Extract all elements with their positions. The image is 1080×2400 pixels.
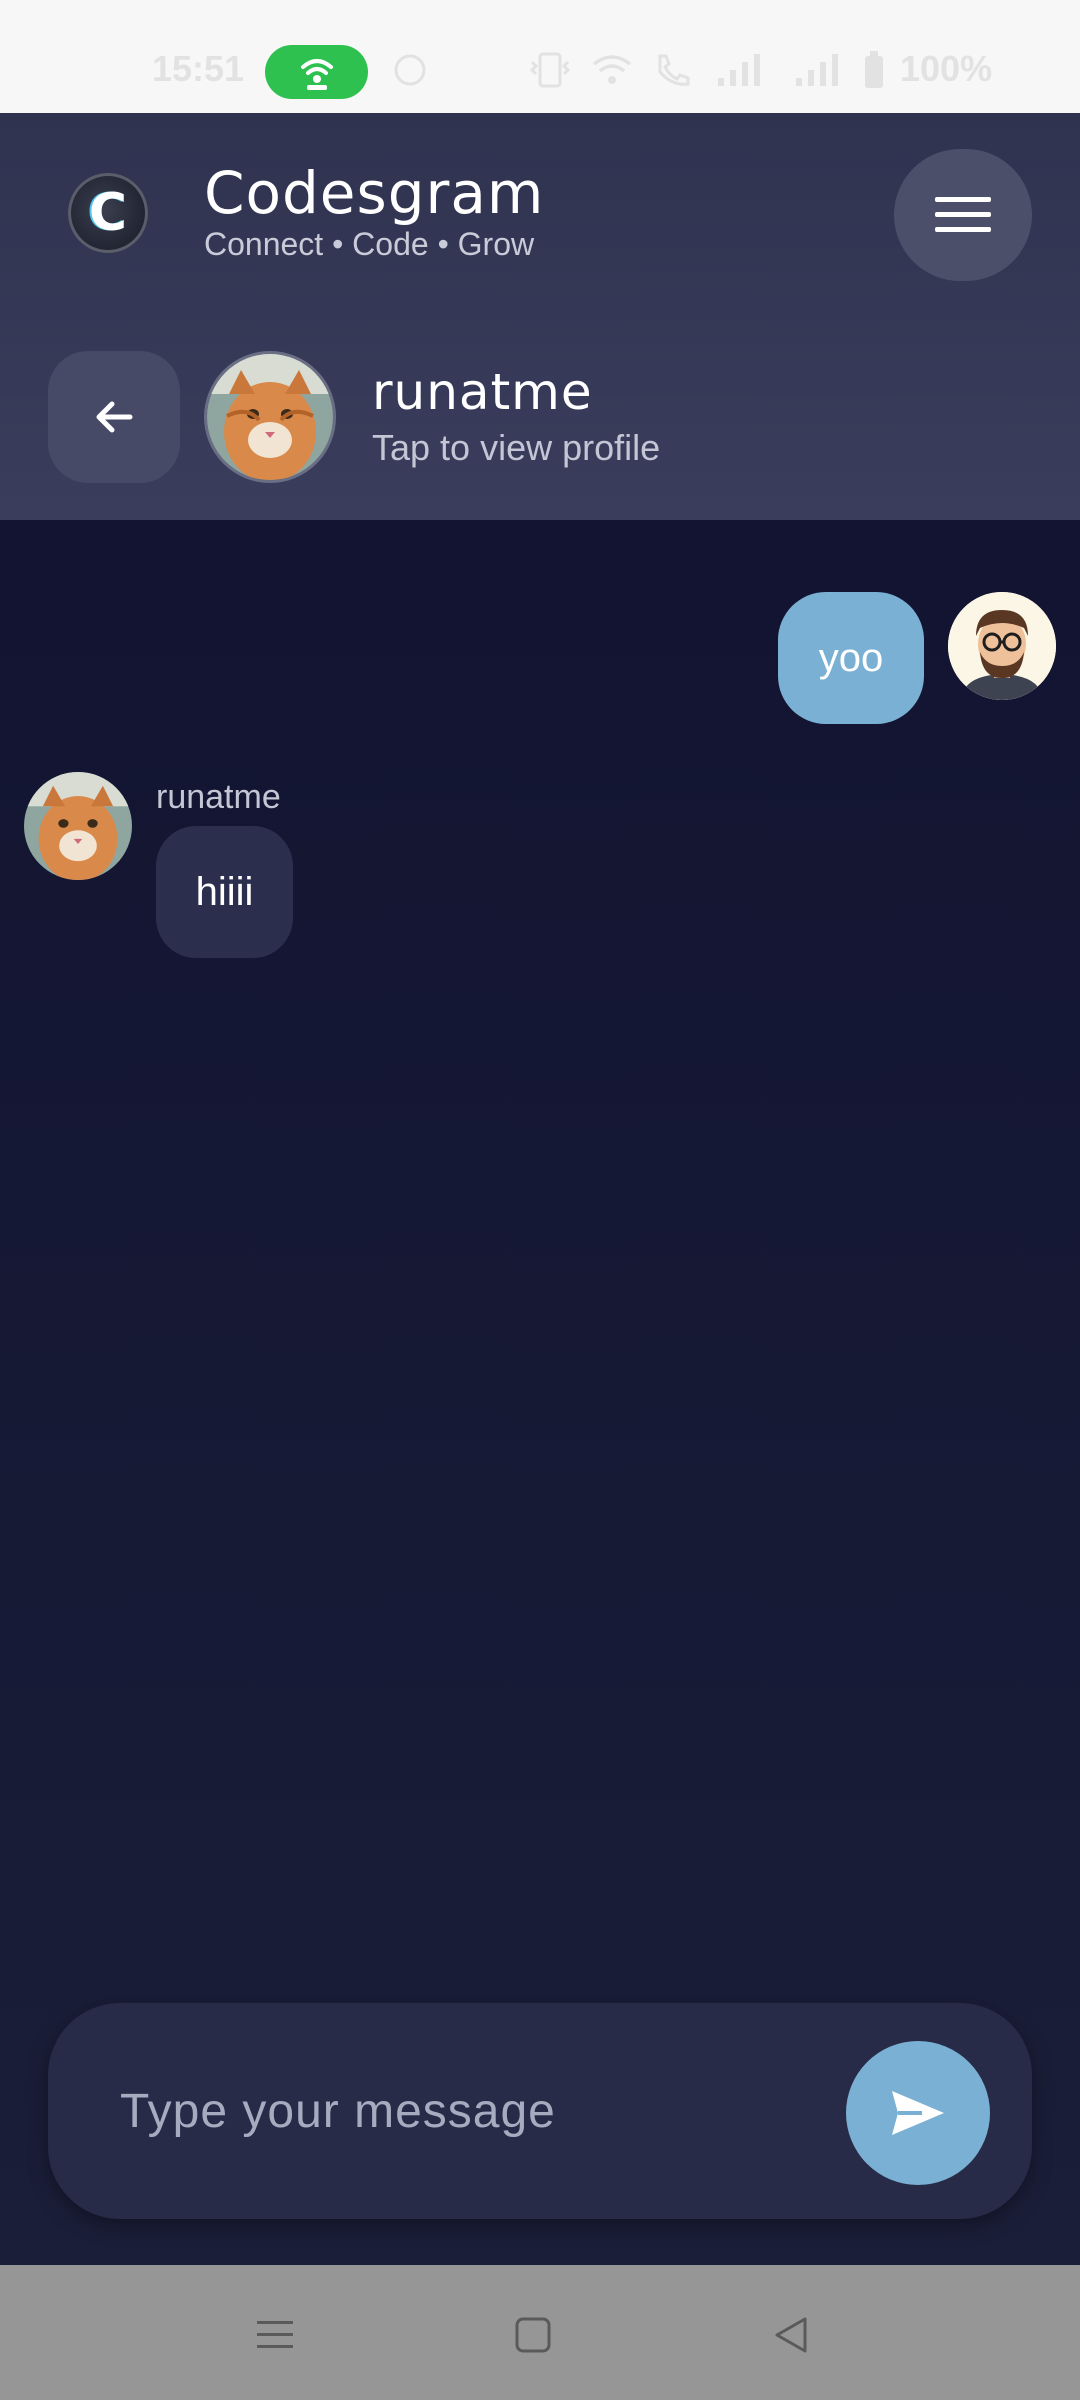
back-button[interactable] [48,351,180,483]
message-sender-name: runatme [156,778,281,816]
chat-header[interactable]: runatme Tap to view profile [48,351,1038,483]
view-profile-hint[interactable]: Tap to view profile [372,427,660,469]
contact-avatar[interactable] [204,351,336,483]
cat-avatar-image [207,354,333,480]
signal-icon [718,54,760,86]
home-button[interactable] [493,2295,573,2375]
my-avatar[interactable] [948,592,1056,700]
send-icon [892,2091,944,2135]
battery-percentage: 100% [900,48,993,89]
app-title: Codesgram [204,159,545,227]
wifi-icon [592,55,632,84]
triangle-back-icon [775,2317,807,2353]
sender-avatar[interactable] [24,772,132,880]
hotspot-icon [300,59,333,90]
system-navigation-bar [0,2265,1080,2400]
menu-lines-icon [257,2321,293,2348]
outgoing-message-bubble[interactable]: yoo [778,592,924,724]
app-tagline: Connect • Code • Grow [204,226,535,262]
recents-button[interactable] [235,2295,315,2375]
back-nav-button[interactable] [751,2295,831,2375]
incoming-message-bubble[interactable]: hiiii [156,826,293,958]
vibrate-icon [529,52,571,88]
app-header: C Codesgram Connect • Code • Grow runatm… [0,113,1080,520]
arrow-left-icon [96,401,133,433]
whatsapp-icon [394,54,426,86]
message-input[interactable] [120,2061,820,2161]
logo-letter: C [88,183,128,243]
menu-button[interactable] [894,149,1032,281]
user-avatar-image [948,592,1056,700]
contact-name[interactable]: runatme [372,363,593,421]
signal-icon [796,54,838,86]
cat-avatar-image [24,772,132,880]
status-icons [392,50,428,90]
app-logo: C [68,173,148,253]
wifi-calling-icon [658,54,690,86]
status-icons-right [528,50,886,90]
message-composer [48,2003,1032,2219]
battery-icon [865,51,883,88]
status-time: 15:51 [152,48,245,89]
square-icon [515,2317,551,2353]
send-button[interactable] [846,2041,990,2185]
status-bar: 15:51 100% [0,0,1080,113]
hamburger-menu-icon [935,197,991,232]
hotspot-indicator[interactable] [265,45,368,99]
